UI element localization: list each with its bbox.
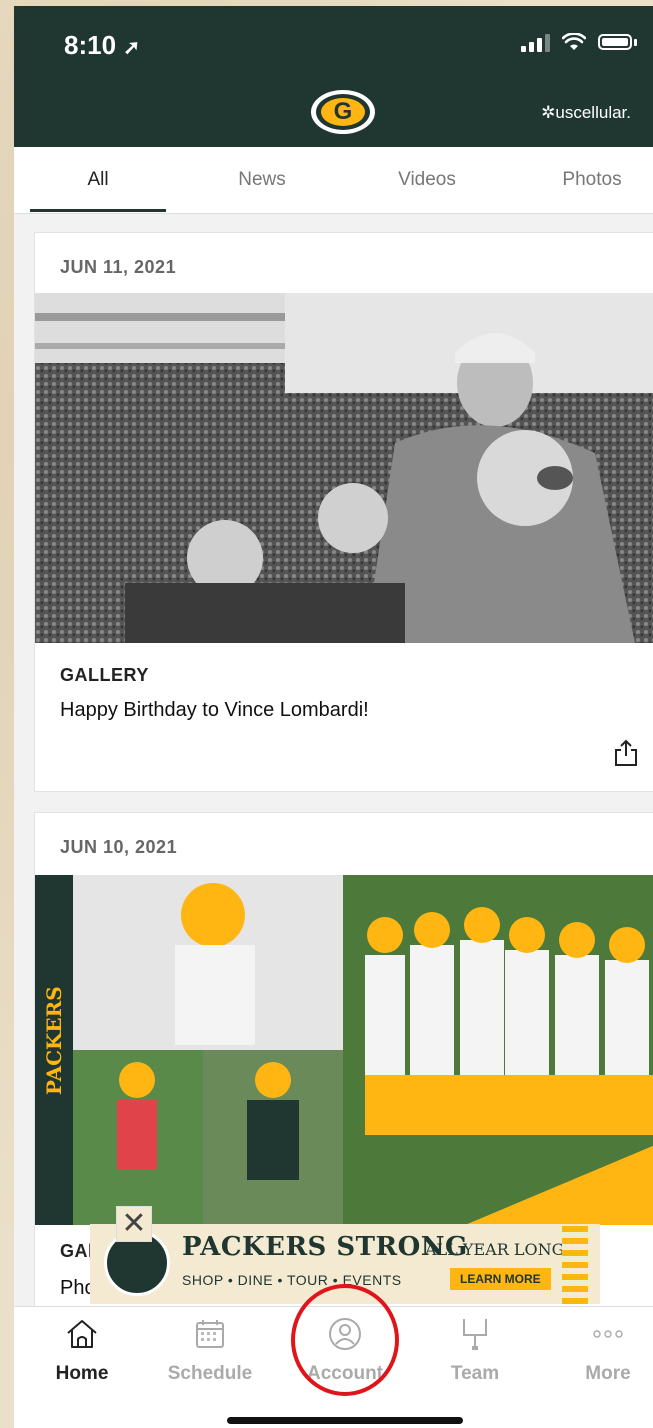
home-icon xyxy=(67,1320,97,1348)
learn-more-button[interactable]: LEARN MORE xyxy=(450,1268,551,1290)
battery-icon xyxy=(598,34,632,50)
content-tabs: All News Videos Photos xyxy=(14,147,653,214)
share-icon[interactable] xyxy=(613,739,639,767)
phone-screen: 8:10 ➚ G ✲uscellular. All News Videos Ph… xyxy=(14,6,653,1428)
goalpost-icon xyxy=(463,1319,487,1350)
practice-collage-photo: PACKERS xyxy=(35,875,653,1225)
card-date: JUN 11, 2021 xyxy=(60,257,177,277)
card-photo[interactable]: PACKERS xyxy=(35,875,653,1225)
ad-close-button[interactable]: ✕ xyxy=(116,1206,152,1242)
nav-more[interactable]: More xyxy=(558,1317,653,1385)
side-label: PACKERS xyxy=(42,986,66,1095)
app-header: 8:10 ➚ G ✲uscellular. xyxy=(14,6,653,147)
lombardi-photo xyxy=(35,293,653,643)
wifi-icon xyxy=(562,33,586,50)
news-card[interactable]: JUN 11, 2021 GALLERY Happy Birthday to V… xyxy=(34,232,653,792)
card-photo[interactable] xyxy=(35,293,653,643)
active-tab-indicator xyxy=(30,209,166,212)
status-icons xyxy=(521,32,637,52)
card-date: JUN 10, 2021 xyxy=(60,837,178,857)
tab-videos[interactable]: Videos xyxy=(359,147,495,211)
card-category: GAl xyxy=(60,1241,94,1261)
ad-suffix: ALL YEAR LONG xyxy=(425,1240,565,1259)
nav-schedule[interactable]: Schedule xyxy=(160,1317,260,1385)
signal-icon xyxy=(521,32,550,52)
ad-tagline: SHOP • DINE • TOUR • EVENTS xyxy=(182,1272,402,1288)
tab-all[interactable]: All xyxy=(30,147,166,211)
status-time: 8:10 ➚ xyxy=(64,30,141,60)
home-indicator[interactable] xyxy=(227,1417,463,1424)
ad-stripes xyxy=(562,1224,588,1304)
tab-news[interactable]: News xyxy=(194,147,330,211)
packers-logo[interactable]: G xyxy=(311,90,375,134)
calendar-icon xyxy=(196,1320,224,1348)
card-title[interactable]: Happy Birthday to Vince Lombardi! xyxy=(60,699,369,722)
card-category: GALLERY xyxy=(60,665,149,685)
tab-photos[interactable]: Photos xyxy=(524,147,653,211)
more-icon xyxy=(593,1330,623,1338)
nav-team[interactable]: Team xyxy=(425,1317,525,1385)
sponsor-logo[interactable]: ✲uscellular. xyxy=(541,103,631,123)
nav-home[interactable]: Home xyxy=(32,1317,132,1385)
annotation-circle xyxy=(291,1284,399,1396)
